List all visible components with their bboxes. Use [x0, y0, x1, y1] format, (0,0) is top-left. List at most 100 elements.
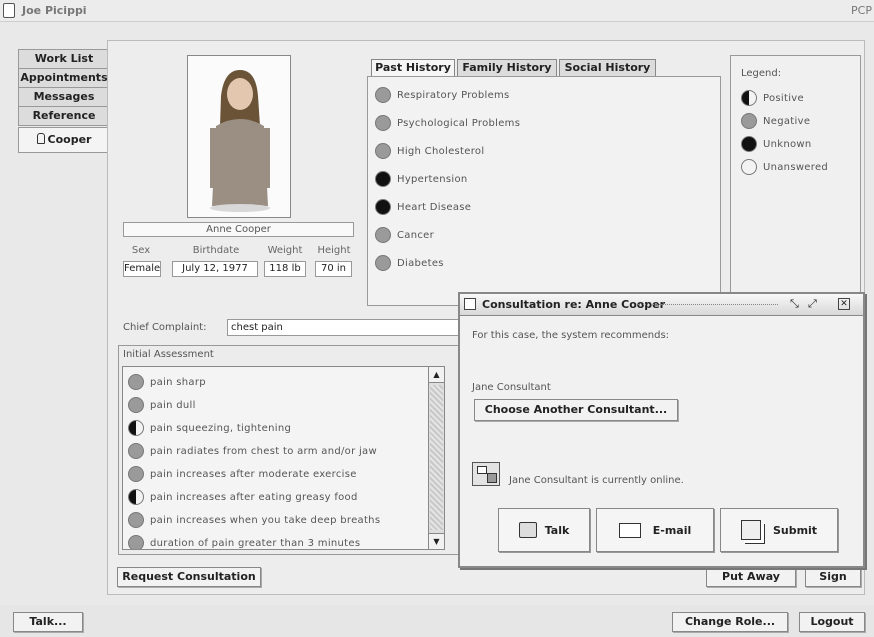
consultation-title-bar[interactable]: Consultation re: Anne Cooper ⤡ ⤢ ✕: [460, 294, 863, 316]
scroll-up-icon[interactable]: ▲: [429, 367, 444, 383]
legend-item: Positive: [741, 90, 804, 106]
history-item[interactable]: Heart Disease: [375, 199, 471, 215]
chief-complaint-input[interactable]: chest pain: [227, 319, 467, 336]
chief-complaint-label: Chief Complaint:: [123, 322, 207, 333]
close-box-icon[interactable]: [464, 298, 476, 310]
change-role-button[interactable]: Change Role...: [672, 612, 788, 632]
status-negative-icon: [741, 113, 757, 129]
status-negative-icon: [375, 255, 391, 271]
talk-bottom-button[interactable]: Talk...: [13, 612, 83, 632]
history-item[interactable]: Respiratory Problems: [375, 87, 510, 103]
tab-messages[interactable]: Messages: [18, 87, 110, 107]
legend-label: Unanswered: [763, 161, 829, 173]
birthdate-label: Birthdate: [192, 245, 240, 256]
weight-value: 118 lb: [264, 261, 306, 277]
assessment-list: pain sharp pain dull pain squeezing, tig…: [122, 366, 445, 550]
history-item[interactable]: Diabetes: [375, 255, 444, 271]
tab-appointments[interactable]: Appointments: [18, 68, 110, 88]
tab-reference[interactable]: Reference: [18, 106, 110, 126]
scroll-down-icon[interactable]: ▼: [429, 533, 444, 549]
legend-item: Unknown: [741, 136, 812, 152]
height-label: Height: [317, 245, 351, 256]
title-bar-rule: [638, 304, 778, 305]
assessment-item[interactable]: pain increases when you take deep breath…: [128, 512, 380, 528]
history-item[interactable]: Hypertension: [375, 171, 468, 187]
tab-label: Appointments: [20, 71, 108, 84]
status-unknown-icon: [375, 199, 391, 215]
talk-icon: [518, 522, 537, 538]
birthdate-value: July 12, 1977: [172, 261, 258, 277]
assessment-item-label: pain squeezing, tightening: [150, 422, 292, 434]
history-item-label: Respiratory Problems: [397, 89, 510, 101]
sex-value: Female: [123, 261, 161, 277]
request-consultation-button[interactable]: Request Consultation: [117, 567, 261, 587]
zoom-icon[interactable]: ⤢: [808, 297, 817, 311]
status-positive-icon: [128, 420, 144, 436]
history-item-label: Psychological Problems: [397, 117, 521, 129]
close-icon[interactable]: ✕: [838, 298, 850, 310]
assessment-item[interactable]: pain sharp: [128, 374, 206, 390]
assessment-item-label: pain increases after moderate exercise: [150, 468, 357, 480]
status-unknown-icon: [741, 136, 757, 152]
submit-button[interactable]: Submit: [720, 508, 838, 552]
status-negative-icon: [128, 397, 144, 413]
assessment-item-label: pain sharp: [150, 376, 206, 388]
tab-label: Reference: [32, 109, 96, 122]
logout-button[interactable]: Logout: [799, 612, 865, 632]
computer-icon: [472, 462, 500, 486]
legend-label: Unknown: [763, 138, 812, 150]
assessment-item[interactable]: pain increases after moderate exercise: [128, 466, 357, 482]
status-unanswered-icon: [741, 159, 757, 175]
patient-icon: [36, 133, 45, 144]
tab-cooper[interactable]: Cooper: [18, 127, 110, 153]
assessment-item-label: duration of pain greater than 3 minutes: [150, 537, 361, 549]
tab-social-history[interactable]: Social History: [559, 59, 656, 77]
history-item-label: Heart Disease: [397, 201, 472, 213]
tab-family-history[interactable]: Family History: [457, 59, 557, 77]
talk-button[interactable]: Talk: [498, 508, 590, 552]
scroll-track[interactable]: [430, 385, 443, 530]
assessment-item[interactable]: pain dull: [128, 397, 196, 413]
history-item-label: Diabetes: [397, 257, 444, 269]
assessment-item-label: pain increases when you take deep breath…: [150, 514, 381, 526]
legend-item: Negative: [741, 113, 810, 129]
talk-label: Talk: [544, 523, 570, 537]
legend-label: Positive: [763, 92, 804, 104]
tab-past-history[interactable]: Past History: [371, 59, 455, 77]
choose-consultant-button[interactable]: Choose Another Consultant...: [474, 399, 678, 421]
assessment-item[interactable]: pain radiates from chest to arm and/or j…: [128, 443, 377, 459]
sign-button[interactable]: Sign: [805, 567, 861, 587]
submit-icon: [740, 520, 761, 540]
email-label: E-mail: [652, 523, 692, 537]
status-negative-icon: [128, 466, 144, 482]
status-negative-icon: [128, 535, 144, 549]
legend-label: Negative: [763, 115, 811, 127]
assessment-item[interactable]: duration of pain greater than 3 minutes: [128, 535, 361, 549]
collapse-icon[interactable]: ⤡: [790, 297, 799, 311]
legend-panel: Legend: Positive Negative Unknown Unansw…: [730, 55, 861, 295]
history-panel: [367, 76, 721, 306]
assessment-scrollbar[interactable]: ▲ ▼: [428, 366, 445, 550]
tab-label: Social History: [564, 61, 651, 74]
email-button[interactable]: E-mail: [596, 508, 714, 552]
history-item[interactable]: Psychological Problems: [375, 115, 520, 131]
history-item-label: Cancer: [397, 229, 435, 241]
assessment-item-label: pain radiates from chest to arm and/or j…: [150, 445, 377, 457]
history-item[interactable]: High Cholesterol: [375, 143, 484, 159]
status-unknown-icon: [375, 171, 391, 187]
status-negative-icon: [375, 115, 391, 131]
history-item[interactable]: Cancer: [375, 227, 434, 243]
assessment-item[interactable]: pain squeezing, tightening: [128, 420, 291, 436]
history-item-label: Hypertension: [397, 173, 468, 185]
sex-label: Sex: [131, 245, 151, 256]
title-bar: Joe Picippi PCP: [0, 0, 874, 22]
put-away-button[interactable]: Put Away: [706, 567, 796, 587]
legend-title: Legend:: [741, 68, 782, 79]
history-item-label: High Cholesterol: [397, 145, 485, 157]
height-value: 70 in: [315, 261, 352, 277]
submit-label: Submit: [772, 523, 818, 537]
patient-name: Anne Cooper: [123, 222, 354, 237]
assessment-item-label: pain increases after eating greasy food: [150, 491, 358, 503]
assessment-item[interactable]: pain increases after eating greasy food: [128, 489, 358, 505]
tab-work-list[interactable]: Work List: [18, 49, 110, 69]
